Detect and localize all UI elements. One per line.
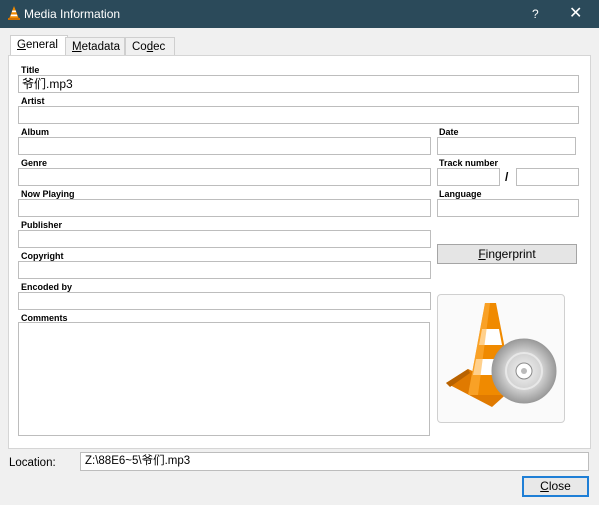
tab-general[interactable]: General bbox=[10, 35, 68, 57]
genre-label: Genre bbox=[21, 158, 48, 168]
tab-metadata[interactable]: Metadata bbox=[65, 37, 125, 56]
publisher-label: Publisher bbox=[21, 220, 63, 230]
location-field[interactable]: Z:\88E6~5\爷们.mp3 bbox=[80, 452, 589, 471]
help-button[interactable]: ? bbox=[532, 7, 539, 21]
track-number-label: Track number bbox=[439, 158, 499, 168]
encoded-by-label: Encoded by bbox=[21, 282, 73, 292]
language-label: Language bbox=[439, 189, 482, 199]
date-label: Date bbox=[439, 127, 459, 137]
vlc-cone-icon bbox=[8, 6, 20, 20]
publisher-field[interactable] bbox=[18, 230, 431, 248]
copyright-label: Copyright bbox=[21, 251, 64, 261]
track-separator: / bbox=[505, 170, 509, 184]
title-bar: Media Information ? ✕ bbox=[0, 0, 599, 28]
now-playing-field[interactable] bbox=[18, 199, 431, 217]
vlc-cone-with-disc-icon bbox=[446, 303, 557, 407]
encoded-by-field[interactable] bbox=[18, 292, 431, 310]
date-field[interactable] bbox=[437, 137, 576, 155]
window-title: Media Information bbox=[24, 7, 121, 21]
track-number-field[interactable] bbox=[437, 168, 500, 186]
copyright-field[interactable] bbox=[18, 261, 431, 279]
album-art[interactable] bbox=[437, 294, 565, 423]
close-window-button[interactable]: ✕ bbox=[569, 3, 582, 23]
album-label: Album bbox=[21, 127, 49, 137]
now-playing-label: Now Playing bbox=[21, 189, 75, 199]
title-label: Title bbox=[21, 65, 40, 75]
album-field[interactable] bbox=[18, 137, 431, 155]
genre-field[interactable] bbox=[18, 168, 431, 186]
track-total-field[interactable] bbox=[516, 168, 579, 186]
location-label: Location: bbox=[9, 457, 56, 469]
comments-textarea[interactable] bbox=[18, 322, 430, 436]
artist-field[interactable] bbox=[18, 106, 579, 124]
title-field[interactable]: 爷们.mp3 bbox=[18, 75, 579, 93]
tab-codec[interactable]: Codec bbox=[125, 37, 175, 56]
language-field[interactable] bbox=[437, 199, 579, 217]
close-button[interactable]: Close bbox=[522, 476, 589, 497]
artist-label: Artist bbox=[21, 96, 45, 106]
fingerprint-button[interactable]: Fingerprint bbox=[437, 244, 577, 264]
